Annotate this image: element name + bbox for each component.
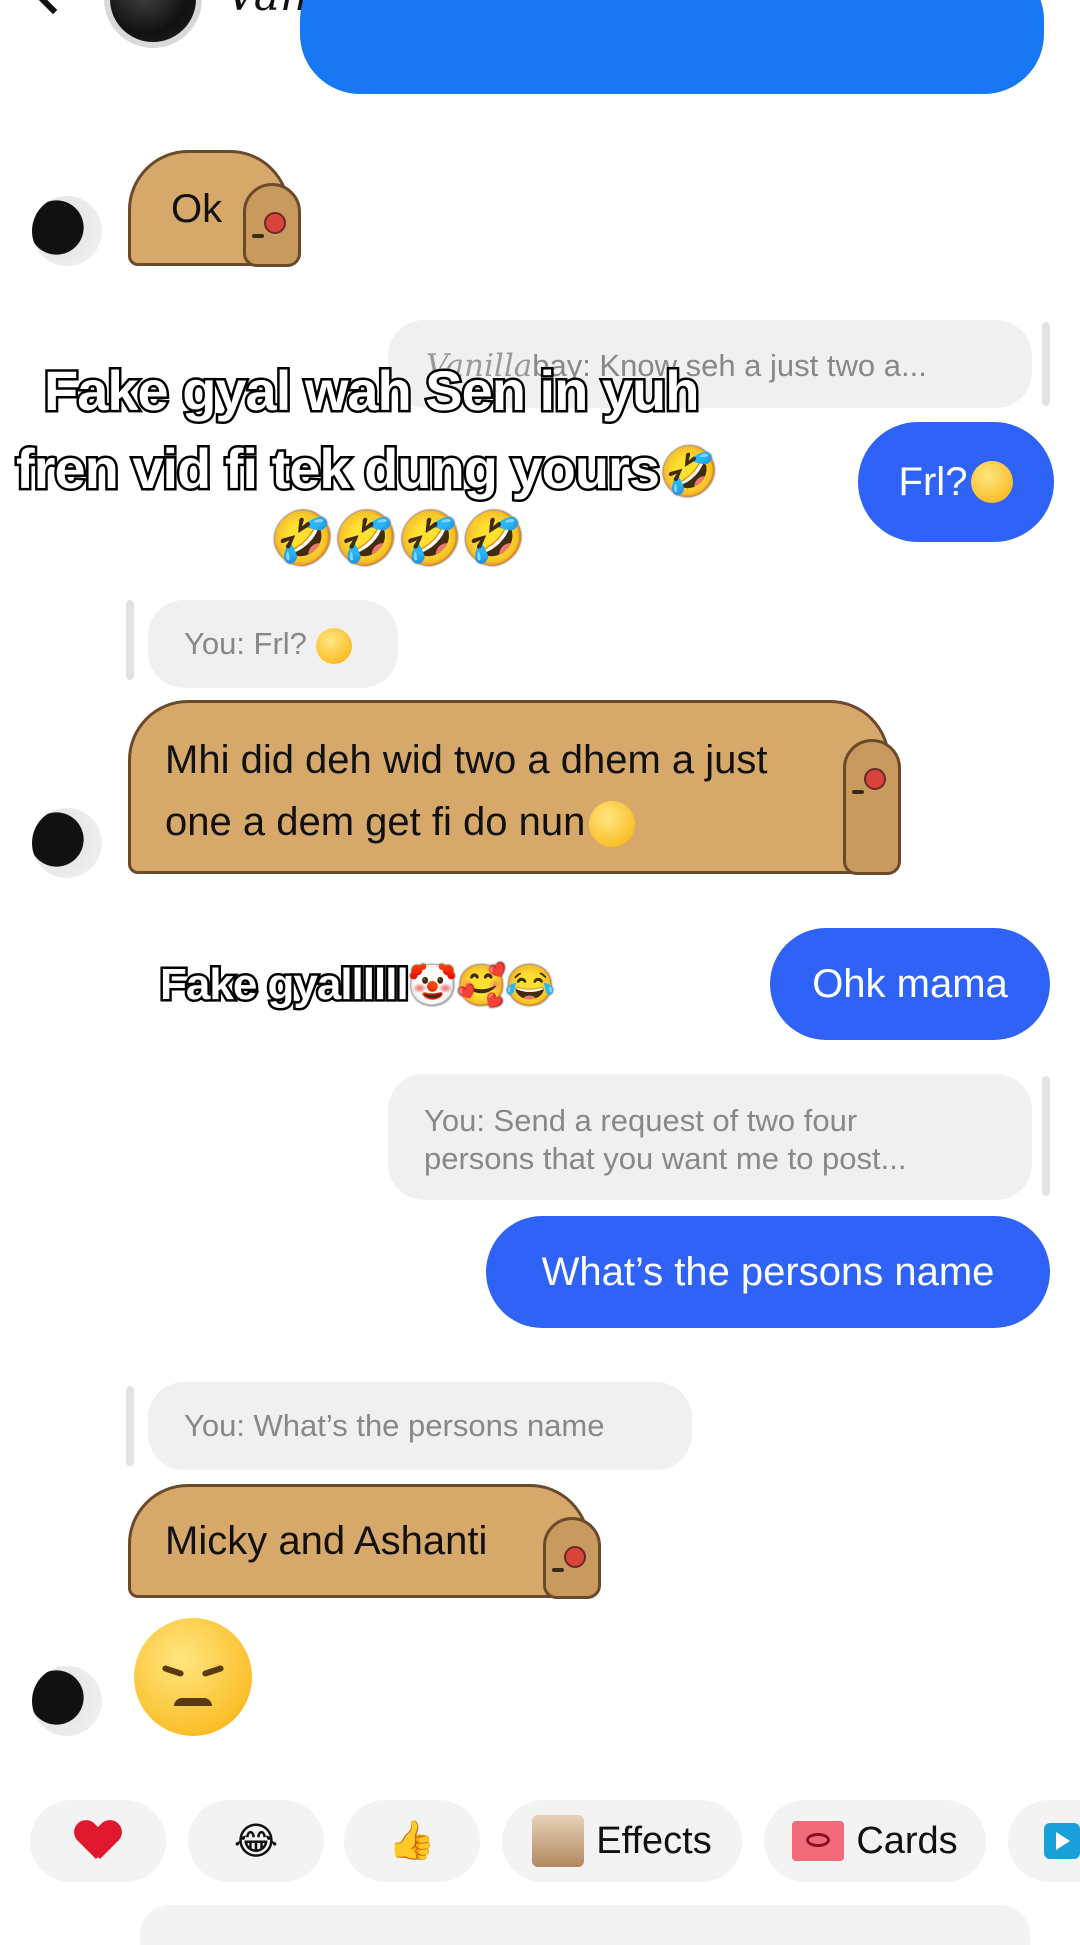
reply-text: You: What’s the persons name [184, 1408, 605, 1443]
reply-indicator-bar [1042, 322, 1050, 406]
caption-fake-gyal: Fake gyallllll🤡🥰😂 [158, 958, 556, 1012]
clown-hearts-laugh-emoji-icon: 🤡🥰😂 [407, 964, 555, 1008]
cards-label: Cards [856, 1819, 958, 1862]
back-chevron-icon[interactable] [31, 0, 75, 15]
message-line: one a dem get fi do nun [165, 791, 768, 853]
caption-line-2: fren vid fi tek dung yours🤣 [14, 435, 719, 503]
reply-preview[interactable]: You: Frl? [148, 600, 398, 688]
cards-button[interactable]: Cards [764, 1800, 986, 1882]
contact-avatar[interactable] [32, 808, 102, 878]
outgoing-message-ohk[interactable]: Ohk mama [770, 928, 1050, 1040]
downcast-sweat-emoji-icon [315, 627, 352, 664]
reply-text: You: Frl? [184, 626, 307, 661]
message-line-text: one a dem get fi do nun [165, 800, 586, 844]
more-quick-reply[interactable] [1008, 1800, 1080, 1882]
effects-label: Effects [596, 1819, 712, 1862]
reply-text: You: Send a request of two four [424, 1103, 858, 1138]
contact-avatar[interactable] [32, 196, 102, 266]
message-text: Mhi did deh wid two a dhem a just one a … [165, 729, 768, 853]
message-text: Frl? [898, 459, 968, 504]
quick-reply-heart[interactable] [30, 1800, 166, 1882]
gift-ribbon-icon [792, 1821, 845, 1861]
disappointed-emoji-icon [589, 801, 636, 848]
play-icon [1044, 1823, 1080, 1859]
message-text: Ohk mama [812, 961, 1008, 1006]
incoming-message-micky[interactable]: Micky and Ashanti [128, 1484, 601, 1599]
outgoing-message-frl[interactable]: Frl? [858, 422, 1054, 542]
reply-indicator-bar [126, 1386, 134, 1466]
message-text: Ok [171, 187, 223, 231]
outgoing-message-whats-name[interactable]: What’s the persons name [486, 1216, 1050, 1328]
caption-text: Fake gyallllll [158, 958, 412, 1012]
message-text: What’s the persons name [541, 1249, 995, 1294]
outgoing-message-partial[interactable] [300, 0, 1044, 94]
heart-icon [76, 1821, 120, 1861]
contact-avatar[interactable] [32, 1666, 102, 1736]
header-avatar[interactable] [104, 0, 202, 48]
quick-reply-laugh[interactable]: 😂 [188, 1800, 324, 1882]
message-line: Mhi did deh wid two a dhem a just [165, 738, 768, 782]
reply-preview[interactable]: You: Send a request of two four persons … [388, 1074, 1032, 1200]
reply-preview[interactable]: You: What’s the persons name [148, 1382, 692, 1470]
caption-emojis: 🤣🤣🤣🤣 [270, 510, 526, 568]
reply-indicator-bar [1042, 1076, 1050, 1196]
capybara-head-icon [243, 183, 301, 267]
caption-text: fren vid fi tek dung yours [14, 435, 663, 503]
caption-line-1: Fake gyal wah Sen in yuh [41, 357, 701, 425]
laugh-emoji-icon: 😂 [233, 1820, 279, 1863]
reply-indicator-bar [126, 600, 134, 680]
downcast-sweat-emoji-icon [971, 461, 1014, 503]
disappointed-emoji-icon[interactable] [134, 1618, 252, 1736]
thumbs-up-icon: 👍 [388, 1820, 436, 1862]
incoming-message-mhi[interactable]: Mhi did deh wid two a dhem a just one a … [128, 700, 901, 875]
incoming-message-ok[interactable]: Ok [128, 150, 301, 267]
effects-avatar-icon [532, 1815, 585, 1867]
message-input[interactable] [140, 1905, 1030, 1945]
reply-text: persons that you want me to post... [424, 1141, 907, 1176]
rofl-emoji-icon: 🤣 [658, 446, 719, 499]
message-text: Micky and Ashanti [165, 1519, 488, 1563]
quick-reply-thumbs[interactable]: 👍 [344, 1800, 480, 1882]
capybara-head-icon [543, 1517, 601, 1599]
effects-button[interactable]: Effects [502, 1800, 742, 1882]
capybara-head-icon [843, 739, 901, 875]
